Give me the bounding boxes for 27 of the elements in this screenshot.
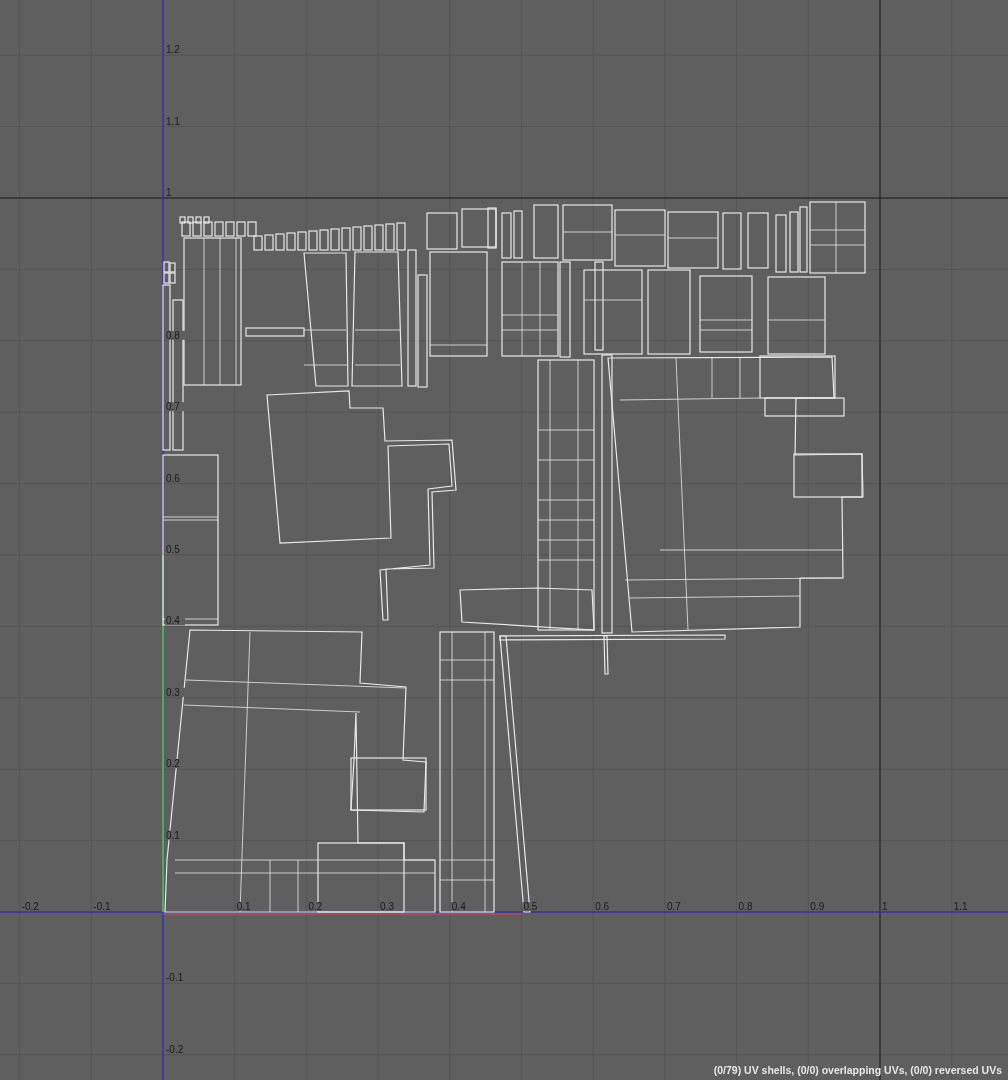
axis-label: 0.5 bbox=[523, 901, 538, 912]
axis-label: 0.4 bbox=[451, 901, 466, 912]
uv-status-text: (0/79) UV shells, (0/0) overlapping UVs, (0/0) reversed UVs bbox=[713, 1064, 1002, 1076]
axis-label: 0.2 bbox=[308, 901, 323, 912]
axis-label: 0.8 bbox=[166, 329, 180, 341]
axis-label: 0.8 bbox=[738, 901, 753, 912]
axis-label: 0.5 bbox=[166, 544, 180, 555]
axis-label: 0.3 bbox=[166, 686, 180, 698]
axis-label: 0.7 bbox=[166, 401, 180, 413]
axis-label: 0.2 bbox=[166, 758, 180, 770]
axis-label: 0.6 bbox=[166, 472, 180, 484]
axis-label: -0.2 bbox=[166, 1043, 184, 1055]
axis-label: 0.3 bbox=[380, 901, 394, 912]
axis-label: 0.7 bbox=[666, 901, 681, 912]
axis-label: 1.1 bbox=[953, 901, 968, 912]
axis-label: 1 bbox=[166, 187, 172, 198]
axis-label: 0.9 bbox=[810, 901, 825, 912]
axis-label: 0.1 bbox=[166, 829, 180, 841]
axis-label: 0.6 bbox=[595, 901, 610, 912]
axis-label: -0.2 bbox=[21, 901, 39, 912]
axis-label: 0.1 bbox=[236, 901, 251, 912]
axis-label: -0.1 bbox=[166, 972, 184, 984]
axis-label: 0.4 bbox=[166, 615, 180, 627]
axis-label: 1 bbox=[882, 901, 888, 912]
axis-label: 1.1 bbox=[166, 115, 180, 127]
axis-label: -0.1 bbox=[93, 901, 111, 912]
axis-label: 1.2 bbox=[166, 44, 180, 56]
